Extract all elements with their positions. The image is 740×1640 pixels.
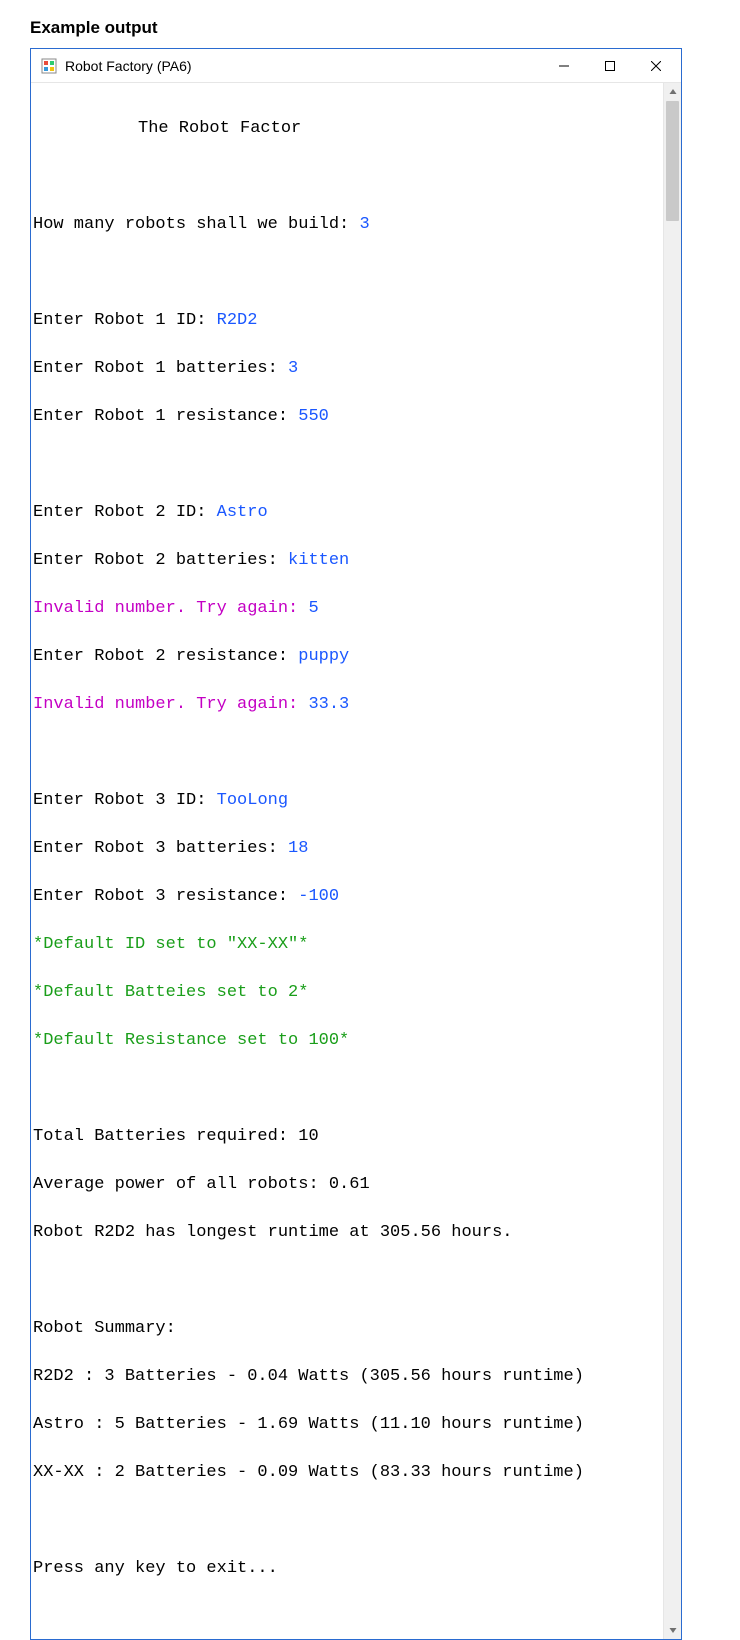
user-input: 3 xyxy=(288,359,298,378)
blank-line xyxy=(33,1269,663,1293)
client-area: The Robot Factor How many robots shall w… xyxy=(31,83,681,1639)
default-msg: *Default ID set to "XX-XX"* xyxy=(33,933,663,957)
user-input: R2D2 xyxy=(217,311,258,330)
user-input: puppy xyxy=(298,647,349,666)
prompt-text: How many robots shall we build: xyxy=(33,215,359,234)
chevron-down-icon xyxy=(669,1626,677,1634)
error-line: Invalid number. Try again: 5 xyxy=(33,597,663,621)
longest-runtime: Robot R2D2 has longest runtime at 305.56… xyxy=(33,1221,663,1245)
prompt-text: Enter Robot 1 resistance: xyxy=(33,407,298,426)
prompt-line: Enter Robot 1 batteries: 3 xyxy=(33,357,663,381)
prompt-text: Enter Robot 3 batteries: xyxy=(33,839,288,858)
error-prompt: Invalid number. Try again: xyxy=(33,599,308,618)
prompt-text: Enter Robot 3 ID: xyxy=(33,791,217,810)
blank-line xyxy=(33,1077,663,1101)
minimize-button[interactable] xyxy=(541,51,587,81)
blank-line xyxy=(33,165,663,189)
console-output: The Robot Factor How many robots shall w… xyxy=(31,83,663,1639)
user-input: kitten xyxy=(288,551,349,570)
default-msg: *Default Batteies set to 2* xyxy=(33,981,663,1005)
summary-row: Astro : 5 Batteries - 1.69 Watts (11.10 … xyxy=(33,1413,663,1437)
maximize-button[interactable] xyxy=(587,51,633,81)
program-header: The Robot Factor xyxy=(33,117,663,141)
summary-header: Robot Summary: xyxy=(33,1317,663,1341)
chevron-up-icon xyxy=(669,88,677,96)
user-input: 5 xyxy=(308,599,318,618)
minimize-icon xyxy=(559,61,569,71)
default-msg: *Default Resistance set to 100* xyxy=(33,1029,663,1053)
error-line: Invalid number. Try again: 33.3 xyxy=(33,693,663,717)
prompt-text: Enter Robot 2 ID: xyxy=(33,503,217,522)
prompt-line: Enter Robot 2 ID: Astro xyxy=(33,501,663,525)
titlebar: Robot Factory (PA6) xyxy=(31,49,681,83)
scrollbar-thumb[interactable] xyxy=(666,101,679,221)
summary-row: XX-XX : 2 Batteries - 0.09 Watts (83.33 … xyxy=(33,1461,663,1485)
user-input: 33.3 xyxy=(308,695,349,714)
prompt-line: How many robots shall we build: 3 xyxy=(33,213,663,237)
user-input: -100 xyxy=(298,887,339,906)
exit-prompt: Press any key to exit... xyxy=(33,1557,663,1581)
app-window: Robot Factory (PA6) The Robot Factor How… xyxy=(30,48,682,1640)
user-input: Astro xyxy=(217,503,268,522)
prompt-text: Enter Robot 2 resistance: xyxy=(33,647,298,666)
window-title: Robot Factory (PA6) xyxy=(65,58,192,74)
blank-line xyxy=(33,453,663,477)
average-power: Average power of all robots: 0.61 xyxy=(33,1173,663,1197)
close-icon xyxy=(651,61,661,71)
user-input: 18 xyxy=(288,839,308,858)
user-input: 550 xyxy=(298,407,329,426)
prompt-line: Enter Robot 1 resistance: 550 xyxy=(33,405,663,429)
prompt-line: Enter Robot 3 batteries: 18 xyxy=(33,837,663,861)
scroll-up-button[interactable] xyxy=(664,83,681,101)
blank-line xyxy=(33,261,663,285)
blank-line xyxy=(33,1509,663,1533)
maximize-icon xyxy=(605,61,615,71)
prompt-line: Enter Robot 3 ID: TooLong xyxy=(33,789,663,813)
user-input: 3 xyxy=(359,215,369,234)
vertical-scrollbar[interactable] xyxy=(663,83,681,1639)
prompt-text: Enter Robot 2 batteries: xyxy=(33,551,288,570)
summary-row: R2D2 : 3 Batteries - 0.04 Watts (305.56 … xyxy=(33,1365,663,1389)
prompt-line: Enter Robot 2 batteries: kitten xyxy=(33,549,663,573)
total-batteries: Total Batteries required: 10 xyxy=(33,1125,663,1149)
app-icon xyxy=(41,58,57,74)
prompt-text: Enter Robot 1 ID: xyxy=(33,311,217,330)
scroll-down-button[interactable] xyxy=(664,1621,681,1639)
prompt-line: Enter Robot 3 resistance: -100 xyxy=(33,885,663,909)
blank-line xyxy=(33,741,663,765)
prompt-line: Enter Robot 2 resistance: puppy xyxy=(33,645,663,669)
error-prompt: Invalid number. Try again: xyxy=(33,695,308,714)
scrollbar-track[interactable] xyxy=(664,101,681,1621)
example-output-label: Example output xyxy=(30,18,710,38)
close-button[interactable] xyxy=(633,51,679,81)
prompt-line: Enter Robot 1 ID: R2D2 xyxy=(33,309,663,333)
user-input: TooLong xyxy=(217,791,288,810)
prompt-text: Enter Robot 1 batteries: xyxy=(33,359,288,378)
prompt-text: Enter Robot 3 resistance: xyxy=(33,887,298,906)
